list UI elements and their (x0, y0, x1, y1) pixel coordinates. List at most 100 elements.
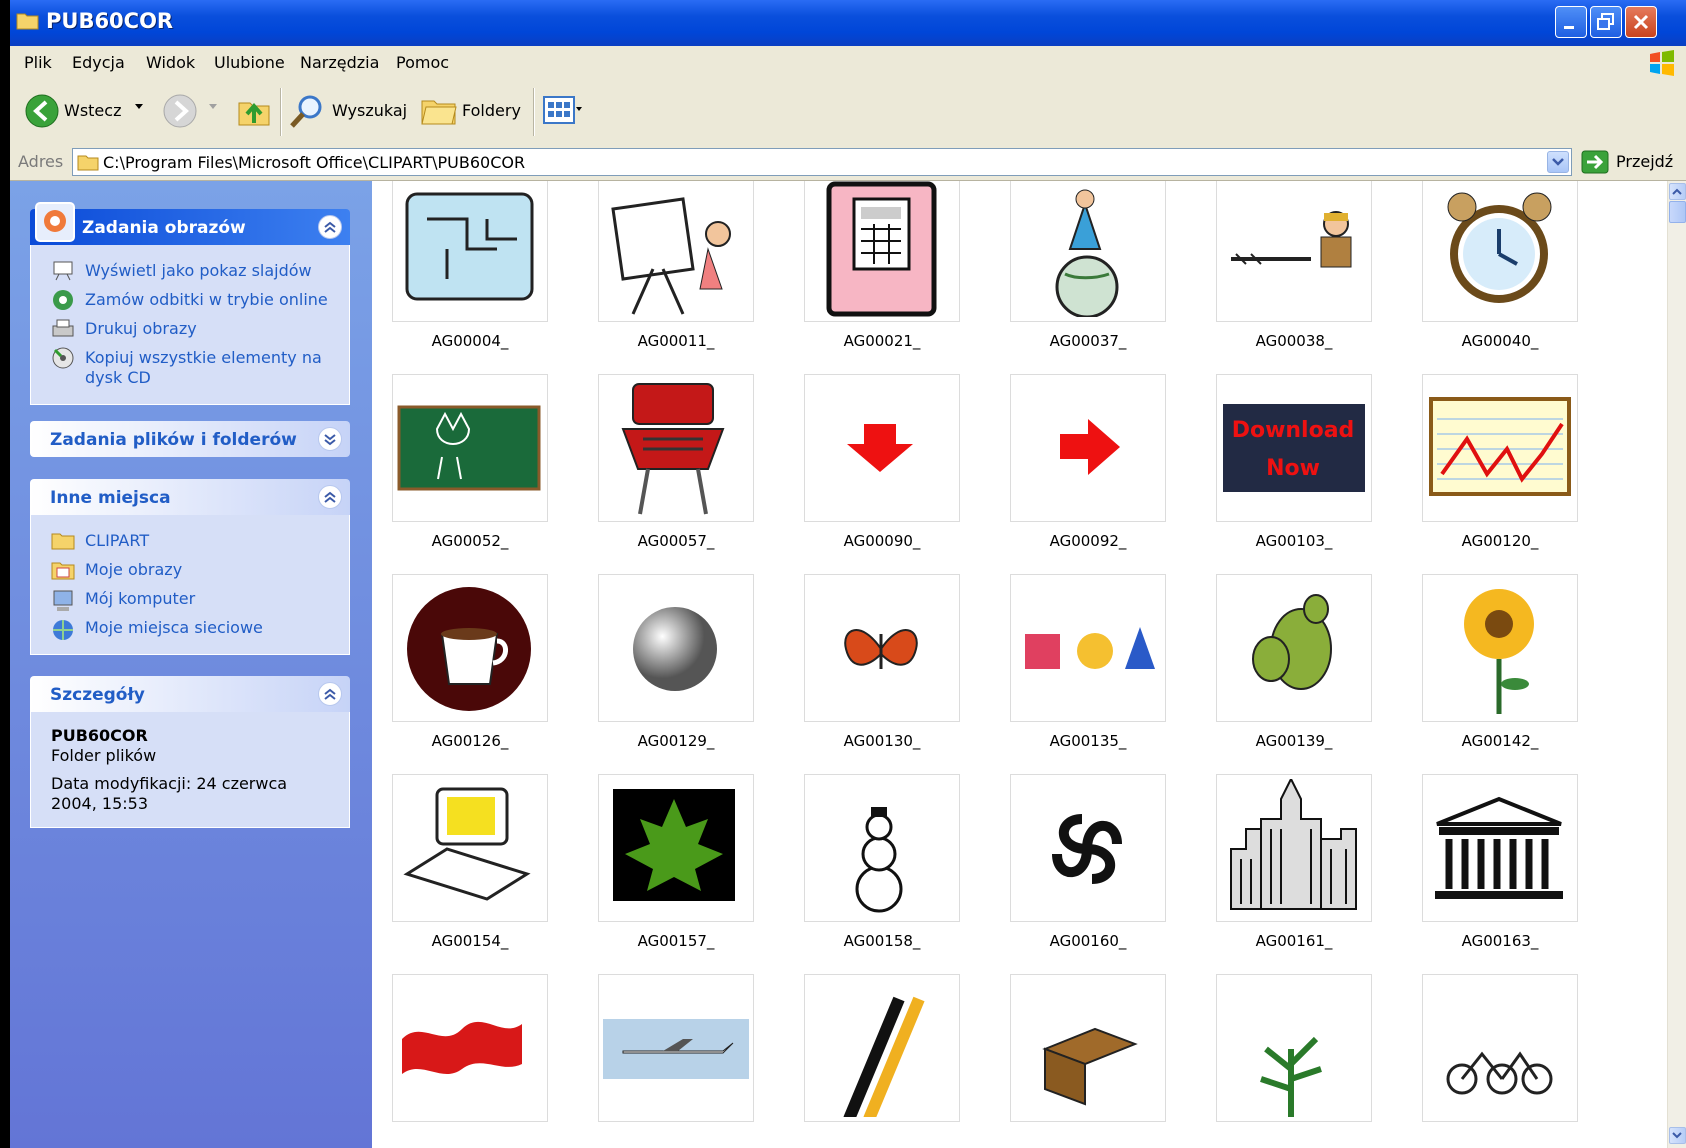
thumbnail-frame[interactable] (1216, 574, 1372, 722)
scroll-up-button[interactable] (1669, 183, 1686, 200)
scroll-thumb[interactable] (1669, 201, 1686, 223)
thumbnail-label[interactable]: AG00154_ (392, 932, 548, 950)
thumbnail-item[interactable]: AG00163_ (1422, 774, 1578, 966)
thumbnail-frame[interactable] (1010, 774, 1166, 922)
thumbnail-frame[interactable] (1010, 374, 1166, 522)
place-my-computer[interactable]: Mój komputer (85, 589, 195, 609)
thumbnail-label[interactable]: AG00040_ (1422, 332, 1578, 350)
thumbnail-label[interactable]: AG00160_ (1010, 932, 1166, 950)
thumbnail-item[interactable]: AG00011_ (598, 181, 754, 366)
vertical-scrollbar[interactable] (1667, 181, 1686, 1148)
thumbnail-label[interactable]: AG00158_ (804, 932, 960, 950)
slideshow-link[interactable]: Wyświetl jako pokaz slajdów (85, 261, 312, 281)
thumbnail-item[interactable]: AG00120_ (1422, 374, 1578, 566)
menu-plik[interactable]: Plik (24, 53, 52, 72)
views-icon[interactable] (543, 95, 583, 127)
image-tasks-header[interactable]: Zadania obrazów (30, 202, 350, 245)
thumbnail-item[interactable]: AG00154_ (392, 774, 548, 966)
menu-ulubione[interactable]: Ulubione (214, 53, 285, 72)
thumbnail-item[interactable] (598, 974, 754, 1148)
thumbnail-item[interactable]: Download Now AG00103_ (1216, 374, 1372, 566)
thumbnail-label[interactable]: AG00037_ (1010, 332, 1166, 350)
thumbnail-frame[interactable] (804, 574, 960, 722)
thumbnail-label[interactable]: AG00129_ (598, 732, 754, 750)
thumbnail-label[interactable]: AG00038_ (1216, 332, 1372, 350)
title-bar[interactable]: PUB60COR (10, 0, 1686, 46)
file-tasks-header[interactable]: Zadania plików i folderów (30, 421, 350, 457)
thumbnail-frame[interactable] (1422, 974, 1578, 1122)
thumbnail-label[interactable]: AG00103_ (1216, 532, 1372, 550)
thumbnail-item[interactable]: AG00004_ (392, 181, 548, 366)
thumbnail-frame[interactable] (1422, 774, 1578, 922)
thumbnail-item[interactable]: AG00161_ (1216, 774, 1372, 966)
thumbnail-item[interactable]: AG00157_ (598, 774, 754, 966)
thumbnail-frame[interactable] (1422, 574, 1578, 722)
minimize-button[interactable] (1555, 6, 1587, 38)
thumbnail-item[interactable]: AG00129_ (598, 574, 754, 766)
thumbnail-label[interactable]: AG00090_ (804, 532, 960, 550)
folders-icon[interactable] (420, 93, 458, 129)
thumbnail-frame[interactable] (1422, 374, 1578, 522)
scroll-down-button[interactable] (1669, 1127, 1686, 1144)
thumbnail-item[interactable]: AG00142_ (1422, 574, 1578, 766)
thumbnail-frame[interactable] (804, 974, 960, 1122)
place-my-pictures[interactable]: Moje obrazy (85, 560, 182, 580)
thumbnail-frame[interactable] (804, 374, 960, 522)
thumbnail-label[interactable]: AG00120_ (1422, 532, 1578, 550)
back-button[interactable]: Wstecz (64, 101, 121, 120)
thumbnail-frame[interactable] (392, 774, 548, 922)
thumbnail-label[interactable]: AG00161_ (1216, 932, 1372, 950)
forward-arrow-icon[interactable] (162, 93, 198, 129)
place-clipart[interactable]: CLIPART (85, 531, 149, 551)
thumbnail-label[interactable]: AG00163_ (1422, 932, 1578, 950)
thumbnail-label[interactable]: AG00092_ (1010, 532, 1166, 550)
thumbnail-label[interactable]: AG00052_ (392, 532, 548, 550)
thumbnail-frame[interactable] (392, 374, 548, 522)
details-header[interactable]: Szczegóły (30, 676, 350, 712)
thumbnail-frame[interactable] (1422, 181, 1578, 322)
thumbnail-label[interactable]: AG00011_ (598, 332, 754, 350)
thumbnail-item[interactable]: AG00160_ (1010, 774, 1166, 966)
thumbnail-frame[interactable]: Download Now (1216, 374, 1372, 522)
thumbnail-item[interactable]: AG00057_ (598, 374, 754, 566)
thumbnail-frame[interactable] (598, 374, 754, 522)
folders-button[interactable]: Foldery (462, 101, 521, 120)
thumbnail-label[interactable]: AG00135_ (1010, 732, 1166, 750)
thumbnail-frame[interactable] (392, 181, 548, 322)
close-button[interactable] (1625, 6, 1657, 38)
thumbnail-item[interactable]: AG00038_ (1216, 181, 1372, 366)
thumbnail-label[interactable]: AG00157_ (598, 932, 754, 950)
menu-edycja[interactable]: Edycja (72, 53, 125, 72)
thumbnail-item[interactable] (392, 974, 548, 1148)
go-button[interactable]: Przejdź (1616, 152, 1673, 171)
go-arrow-icon[interactable] (1581, 150, 1609, 174)
thumbnail-frame[interactable] (598, 181, 754, 322)
thumbnail-item[interactable]: AG00130_ (804, 574, 960, 766)
thumbnail-label[interactable]: AG00021_ (804, 332, 960, 350)
thumbnail-frame[interactable] (804, 774, 960, 922)
thumbnail-frame[interactable] (392, 974, 548, 1122)
thumbnail-frame[interactable] (1010, 574, 1166, 722)
print-images-link[interactable]: Drukuj obrazy (85, 319, 197, 339)
thumbnail-item[interactable]: AG00021_ (804, 181, 960, 366)
thumbnail-label[interactable]: AG00057_ (598, 532, 754, 550)
thumbnail-item[interactable] (1422, 974, 1578, 1148)
thumbnail-item[interactable]: AG00090_ (804, 374, 960, 566)
thumbnail-label[interactable]: AG00004_ (392, 332, 548, 350)
thumbnail-label[interactable]: AG00126_ (392, 732, 548, 750)
thumbnail-item[interactable]: AG00126_ (392, 574, 548, 766)
thumbnail-label[interactable]: AG00130_ (804, 732, 960, 750)
thumbnail-item[interactable] (1216, 974, 1372, 1148)
thumbnail-label[interactable]: AG00142_ (1422, 732, 1578, 750)
copy-to-cd-link-line2[interactable]: dysk CD (85, 368, 151, 388)
menu-pomoc[interactable]: Pomoc (396, 53, 449, 72)
place-network[interactable]: Moje miejsca sieciowe (85, 618, 263, 638)
thumbnail-frame[interactable] (804, 181, 960, 322)
restore-button[interactable] (1590, 6, 1622, 38)
thumbnail-frame[interactable] (1216, 774, 1372, 922)
thumbnail-item[interactable] (1010, 974, 1166, 1148)
thumbnail-item[interactable]: AG00040_ (1422, 181, 1578, 366)
thumbnail-item[interactable]: AG00037_ (1010, 181, 1166, 366)
up-folder-icon[interactable] (236, 93, 272, 129)
search-icon[interactable] (288, 93, 326, 131)
